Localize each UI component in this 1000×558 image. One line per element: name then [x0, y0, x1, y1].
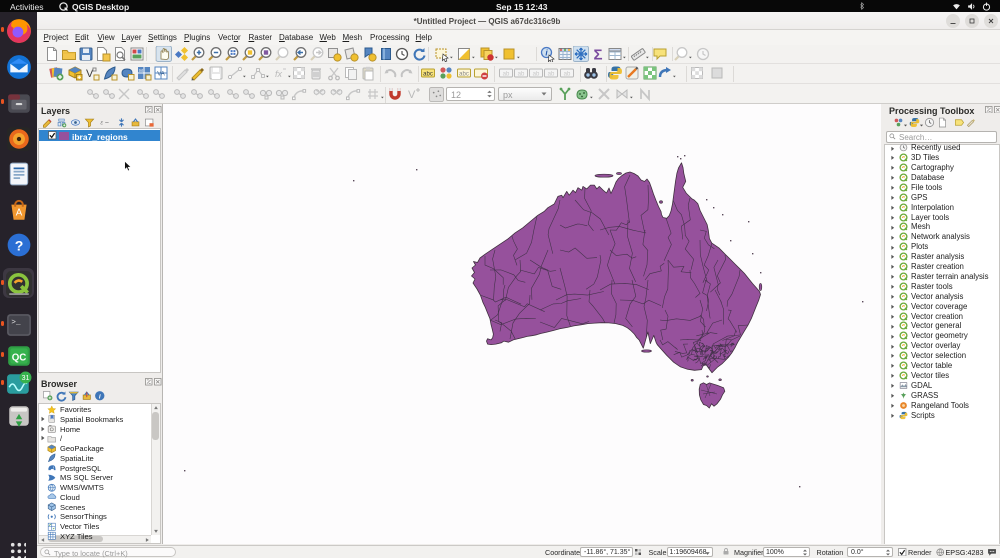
- svg-text:QC: QC: [11, 352, 26, 363]
- svg-text:Σ: Σ: [593, 47, 602, 63]
- svg-text:abc: abc: [459, 72, 469, 78]
- svg-text:VA: VA: [157, 72, 165, 78]
- svg-text:fx: fx: [275, 69, 283, 79]
- svg-text:A: A: [15, 207, 22, 218]
- svg-text:abc: abc: [423, 72, 433, 78]
- svg-text:ab: ab: [564, 72, 571, 78]
- svg-text:ab: ab: [533, 72, 540, 78]
- svg-text:V: V: [408, 89, 416, 101]
- svg-text:ab: ab: [548, 72, 555, 78]
- svg-text:>_: >_: [11, 319, 21, 327]
- svg-text:ε: ε: [100, 119, 103, 126]
- svg-text:i: i: [99, 393, 101, 400]
- svg-text:ab: ab: [503, 72, 510, 78]
- svg-text:ab: ab: [518, 72, 525, 78]
- svg-text:?: ?: [14, 237, 23, 253]
- svg-text:31: 31: [21, 375, 29, 382]
- svg-text:M: M: [139, 68, 143, 73]
